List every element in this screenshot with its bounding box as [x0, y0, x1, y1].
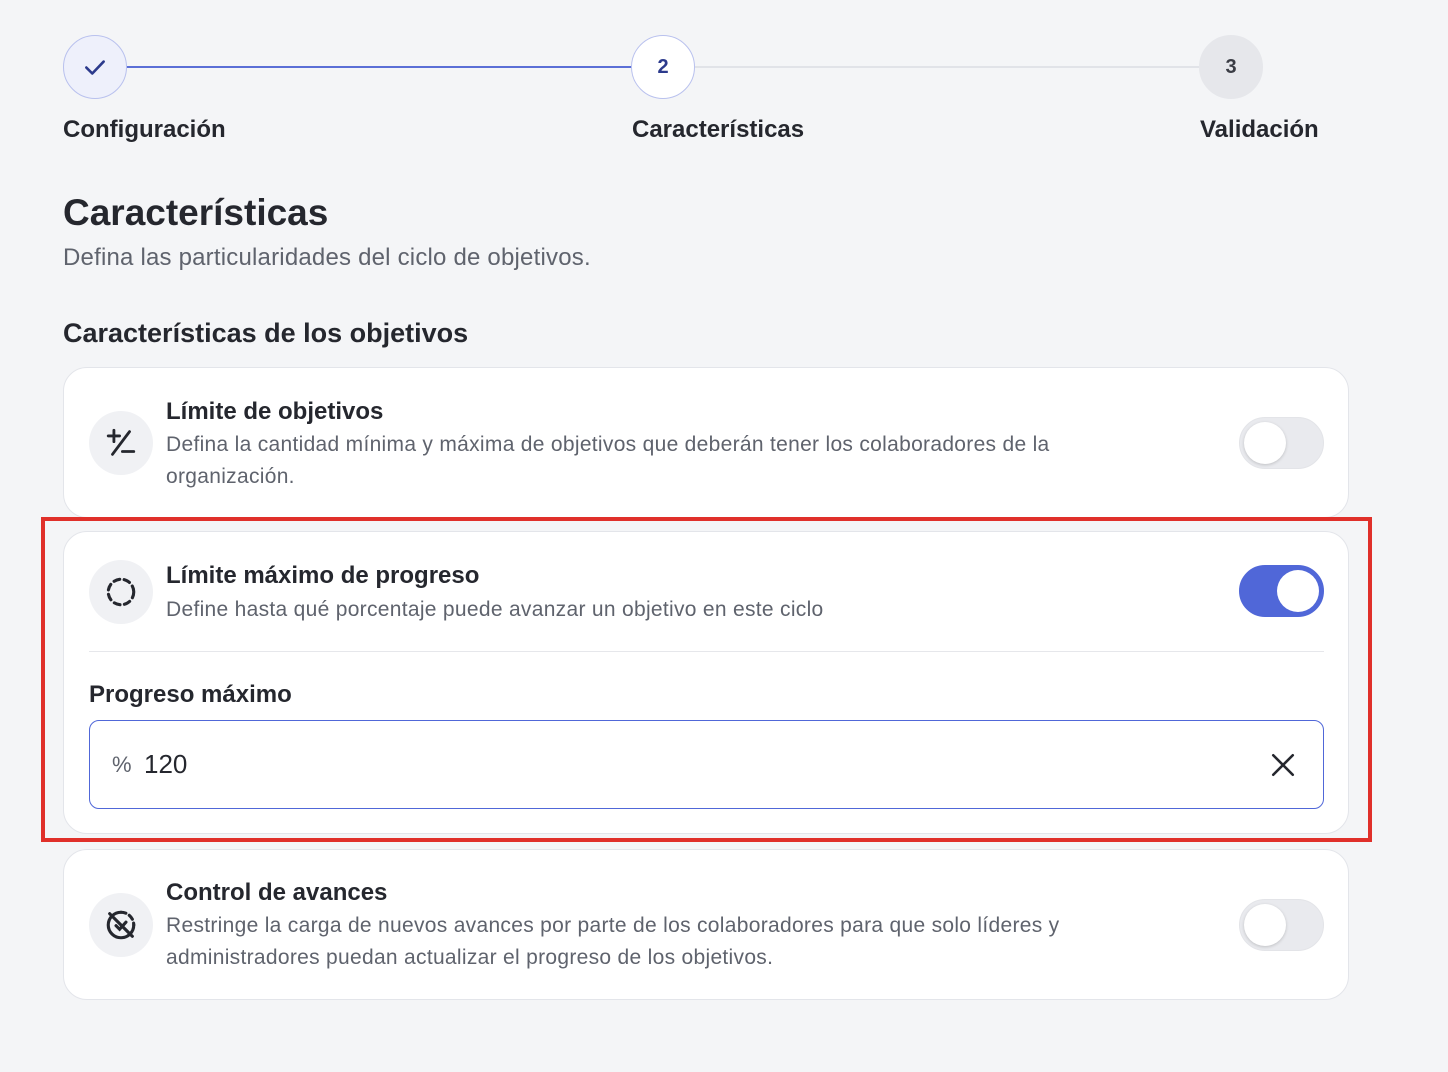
check-icon [85, 60, 105, 75]
plus-minus-icon [89, 411, 153, 475]
toggle-knob [1244, 904, 1286, 946]
progress-off-icon [89, 893, 153, 957]
objective-limit-card: Límite de objetivos Defina la cantidad m… [63, 367, 1349, 518]
card-description: Defina la cantidad mínima y máxima de ob… [166, 433, 1050, 488]
card-title: Límite de objetivos [166, 398, 384, 425]
step-3-label: Validación [1200, 116, 1319, 143]
card-title: Control de avances [166, 879, 388, 906]
objective-limit-toggle[interactable] [1239, 417, 1324, 469]
step-3-number: 3 [1225, 55, 1237, 78]
step-1-label: Configuración [63, 116, 226, 143]
card-description: Restringe la carga de nuevos avances por… [166, 914, 1060, 969]
step-connector-pending [694, 66, 1200, 68]
step-2-label: Características [632, 116, 805, 143]
page-title: Características [63, 192, 329, 233]
highlight-box [41, 517, 1372, 842]
section-title: Características de los objetivos [63, 318, 469, 348]
step-2-number: 2 [657, 55, 669, 78]
page-subtitle: Defina las particularidades del ciclo de… [63, 244, 591, 271]
stepper: 2 3 Configuración Características Valida… [0, 0, 1448, 160]
progress-control-card: Control de avances Restringe la carga de… [63, 849, 1349, 1000]
progress-control-toggle[interactable] [1239, 899, 1324, 951]
step-connector-completed [126, 66, 632, 68]
toggle-knob [1244, 422, 1286, 464]
step-2-circle[interactable]: 2 [631, 35, 695, 99]
step-1-circle[interactable] [63, 35, 127, 99]
step-3-circle[interactable]: 3 [1199, 35, 1263, 99]
